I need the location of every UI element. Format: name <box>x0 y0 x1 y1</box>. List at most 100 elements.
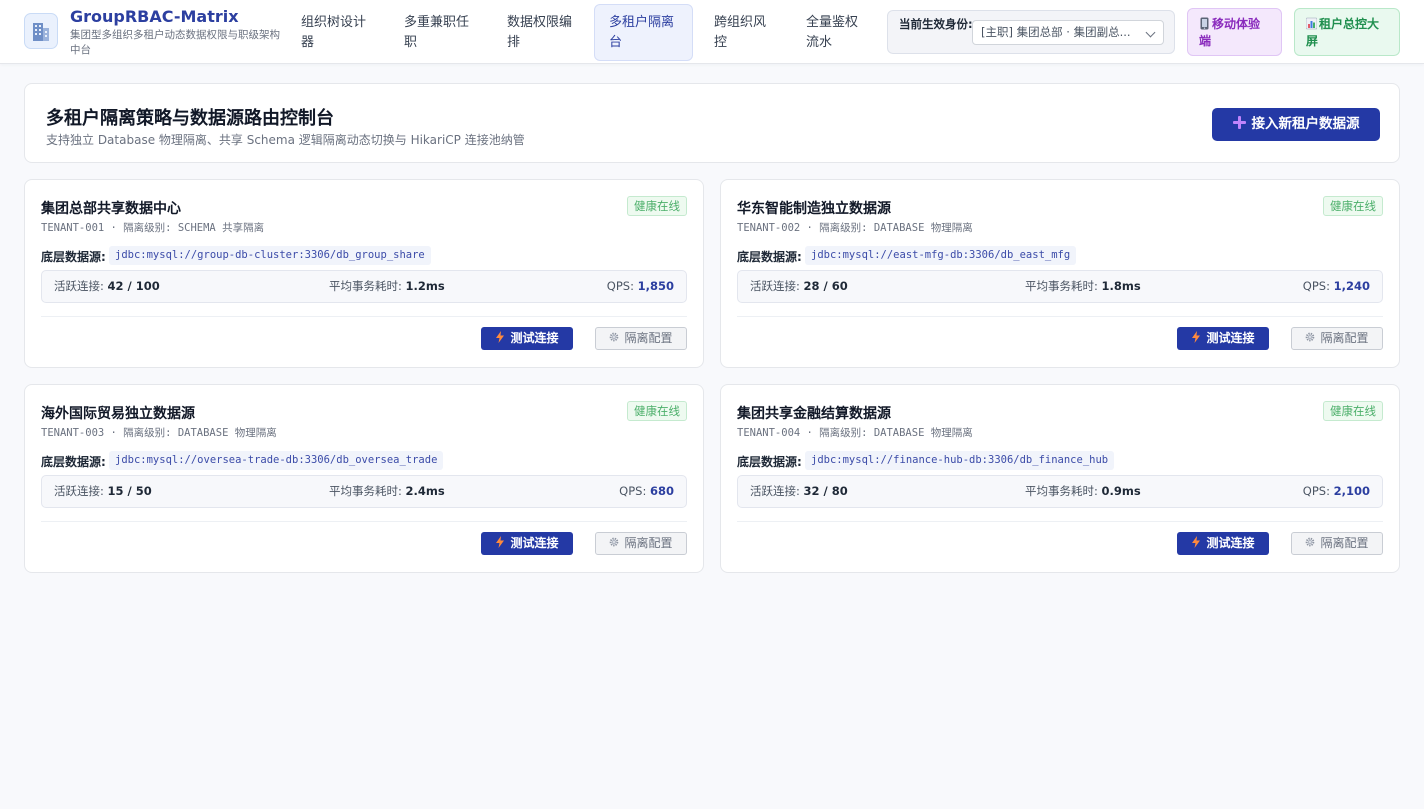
active-conn-value: 42 / 100 <box>107 279 160 293</box>
qps-value: 680 <box>649 484 674 498</box>
datasource-label: 底层数据源: <box>41 250 106 264</box>
test-connection-button[interactable]: 测试连接 <box>1177 532 1269 555</box>
avg-tx-label: 平均事务耗时: <box>329 484 402 498</box>
test-connection-button[interactable]: 测试连接 <box>1177 327 1269 350</box>
datasource-label: 底层数据源: <box>41 455 106 469</box>
config-button-label: 隔离配置 <box>1320 536 1369 550</box>
gear-icon <box>610 537 619 547</box>
qps-stat: QPS: 1,240 <box>1303 271 1370 302</box>
qps-stat: QPS: 680 <box>619 476 674 507</box>
avg-tx-label: 平均事务耗时: <box>329 279 402 293</box>
bar-chart-icon <box>1306 17 1317 30</box>
avg-tx-value: 2.4ms <box>405 484 445 498</box>
nav-label: 组织树设计器 <box>301 15 367 50</box>
card-divider <box>41 521 687 522</box>
card-divider <box>41 316 687 317</box>
add-tenant-datasource-button[interactable]: 接入新租户数据源 <box>1212 108 1380 141</box>
tenant-card: 集团总部共享数据中心 TENANT-001 · 隔离级别: SCHEMA 共享隔… <box>24 179 704 368</box>
nav-multi-position[interactable]: 多重兼职任职 <box>389 4 485 61</box>
nav-label: 全量鉴权流水 <box>806 15 859 50</box>
active-connections-stat: 活跃连接: 15 / 50 <box>54 476 152 507</box>
lightning-icon <box>496 536 505 548</box>
isolation-config-button[interactable]: 隔离配置 <box>595 532 687 555</box>
connection-stats: 活跃连接: 42 / 100 平均事务耗时: 1.2ms QPS: 1,850 <box>41 270 687 303</box>
status-badge: 健康在线 <box>627 196 687 216</box>
tenant-meta: TENANT-002 · 隔离级别: DATABASE 物理隔离 <box>737 222 973 234</box>
connection-stats: 活跃连接: 28 / 60 平均事务耗时: 1.8ms QPS: 1,240 <box>737 270 1383 303</box>
connection-stats: 活跃连接: 15 / 50 平均事务耗时: 2.4ms QPS: 680 <box>41 475 687 508</box>
add-button-label: 接入新租户数据源 <box>1251 116 1360 132</box>
qps-label: QPS: <box>619 484 647 498</box>
brand-subtitle: 集团型多组织多租户动态数据权限与职级架构中台 <box>70 29 280 56</box>
jdbc-url: jdbc:mysql://group-db-cluster:3306/db_gr… <box>109 246 431 265</box>
tenant-meta: TENANT-003 · 隔离级别: DATABASE 物理隔离 <box>41 427 277 439</box>
card-divider <box>737 521 1383 522</box>
nav-label: 跨组织风控 <box>714 15 767 50</box>
test-button-label: 测试连接 <box>510 536 559 550</box>
lightning-icon <box>496 331 505 343</box>
identity-value: [主职] 集团总部 · 集团副总... <box>981 25 1131 39</box>
page-subtitle: 支持独立 Database 物理隔离、共享 Schema 逻辑隔离动态切换与 H… <box>46 133 525 147</box>
active-conn-label: 活跃连接: <box>54 279 104 293</box>
plus-icon <box>1232 116 1246 129</box>
identity-label: 当前生效身份: <box>899 17 973 31</box>
tenant-name: 华东智能制造独立数据源 <box>737 201 891 217</box>
status-badge: 健康在线 <box>1323 196 1383 216</box>
lightning-icon <box>1192 331 1201 343</box>
gear-icon <box>610 332 619 342</box>
tenant-name: 集团总部共享数据中心 <box>41 201 181 217</box>
tenant-card: 海外国际贸易独立数据源 TENANT-003 · 隔离级别: DATABASE … <box>24 384 704 573</box>
active-conn-label: 活跃连接: <box>750 484 800 498</box>
nav-org-tree-designer[interactable]: 组织树设计器 <box>286 4 382 61</box>
config-button-label: 隔离配置 <box>624 331 673 345</box>
qps-label: QPS: <box>1302 279 1330 293</box>
status-badge: 健康在线 <box>627 401 687 421</box>
isolation-config-button[interactable]: 隔离配置 <box>1291 327 1383 350</box>
nav-tenant-isolation[interactable]: 多租户隔离台 <box>594 4 693 61</box>
qps-label: QPS: <box>606 279 634 293</box>
avg-transaction-stat: 平均事务耗时: 2.4ms <box>329 476 445 507</box>
tenant-dashboard-button[interactable]: 租户总控大屏 <box>1294 8 1400 56</box>
avg-tx-value: 0.9ms <box>1101 484 1141 498</box>
isolation-config-button[interactable]: 隔离配置 <box>595 327 687 350</box>
qps-stat: QPS: 1,850 <box>607 271 674 302</box>
avg-transaction-stat: 平均事务耗时: 1.2ms <box>329 271 445 302</box>
avg-transaction-stat: 平均事务耗时: 0.9ms <box>1025 476 1141 507</box>
avg-tx-label: 平均事务耗时: <box>1025 279 1098 293</box>
identity-select[interactable]: [主职] 集团总部 · 集团副总... <box>972 20 1164 45</box>
avg-tx-value: 1.8ms <box>1101 279 1141 293</box>
brand-title[interactable]: GroupRBAC-Matrix <box>70 7 239 26</box>
mobile-phone-icon <box>1200 17 1209 30</box>
mobile-experience-button[interactable]: 移动体验端 <box>1187 8 1282 56</box>
tenant-meta: TENANT-004 · 隔离级别: DATABASE 物理隔离 <box>737 427 973 439</box>
building-icon[interactable] <box>24 13 58 49</box>
lightning-icon <box>1192 536 1201 548</box>
nav-label: 多重兼职任职 <box>404 15 470 50</box>
nav-auth-log[interactable]: 全量鉴权流水 <box>791 4 883 61</box>
test-connection-button[interactable]: 测试连接 <box>481 327 573 350</box>
active-conn-value: 32 / 80 <box>803 484 848 498</box>
gear-icon <box>1306 537 1315 547</box>
nav-label: 数据权限编排 <box>507 15 573 50</box>
active-conn-label: 活跃连接: <box>750 279 800 293</box>
avg-tx-label: 平均事务耗时: <box>1025 484 1098 498</box>
test-button-label: 测试连接 <box>1206 331 1255 345</box>
jdbc-url: jdbc:mysql://east-mfg-db:3306/db_east_mf… <box>805 246 1077 265</box>
jdbc-url: jdbc:mysql://oversea-trade-db:3306/db_ov… <box>109 451 444 470</box>
test-button-label: 测试连接 <box>510 331 559 345</box>
connection-stats: 活跃连接: 32 / 80 平均事务耗时: 0.9ms QPS: 2,100 <box>737 475 1383 508</box>
tenant-name: 集团共享金融结算数据源 <box>737 406 891 422</box>
nav-data-permission[interactable]: 数据权限编排 <box>492 4 588 61</box>
top-header: GroupRBAC-Matrix 集团型多组织多租户动态数据权限与职级架构中台 … <box>0 0 1424 64</box>
jdbc-url: jdbc:mysql://finance-hub-db:3306/db_fina… <box>805 451 1115 470</box>
nav-cross-org-risk[interactable]: 跨组织风控 <box>699 4 791 61</box>
active-connections-stat: 活跃连接: 32 / 80 <box>750 476 848 507</box>
qps-label: QPS: <box>1302 484 1330 498</box>
page-title: 多租户隔离策略与数据源路由控制台 <box>46 108 334 129</box>
datasource-label: 底层数据源: <box>737 455 802 469</box>
active-conn-label: 活跃连接: <box>54 484 104 498</box>
tenant-name: 海外国际贸易独立数据源 <box>41 406 195 422</box>
isolation-config-button[interactable]: 隔离配置 <box>1291 532 1383 555</box>
test-connection-button[interactable]: 测试连接 <box>481 532 573 555</box>
status-badge: 健康在线 <box>1323 401 1383 421</box>
